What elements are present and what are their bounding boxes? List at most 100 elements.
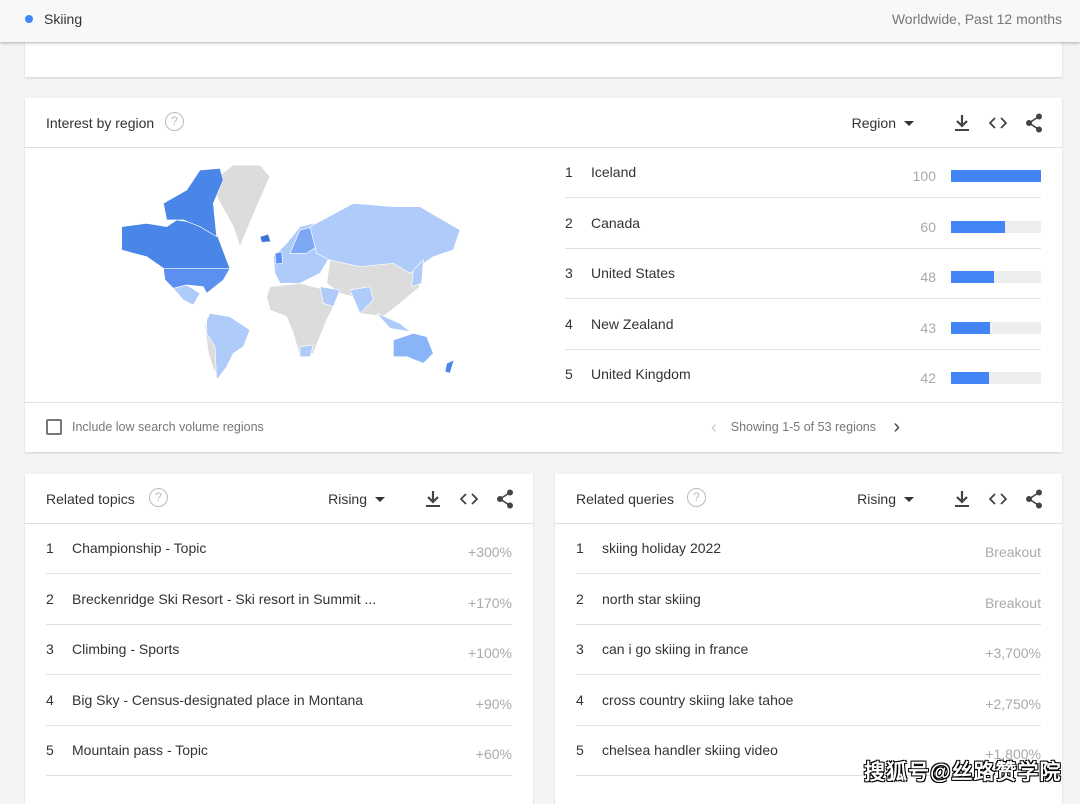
map-southeast-asia [376,313,412,333]
download-icon[interactable] [423,489,443,509]
top-bar: Skiing Worldwide, Past 12 months [0,0,1080,42]
item-label: chelsea handler skiing video [602,742,778,759]
card-title: Interest by region [46,115,155,131]
list-item[interactable]: 3 Climbing - Sports +100% [46,625,512,676]
embed-icon[interactable] [459,489,479,509]
item-value: +3,700% [985,645,1041,662]
list-item[interactable]: 1 skiing holiday 2022 Breakout [576,524,1041,574]
rank: 1 [565,164,573,180]
help-icon[interactable]: ? [687,488,706,507]
rank: 3 [46,641,54,658]
value-bar [951,220,1041,233]
list-item[interactable]: 5 Mountain pass - Topic +60% [46,726,512,777]
series-dot [25,15,33,23]
value-bar [951,170,1041,182]
scope-label: Worldwide, Past 12 months [891,11,1062,27]
share-icon[interactable] [1024,113,1044,133]
region-selector[interactable]: Region [852,115,896,131]
item-value: Breakout [984,594,1041,611]
item-value: +300% [468,544,512,560]
rank: 3 [576,641,584,658]
item-label: skiing holiday 2022 [602,540,722,556]
share-icon[interactable] [495,489,515,509]
help-icon[interactable]: ? [165,112,184,131]
list-item[interactable]: 4 cross country skiing lake tahoe +2,750% [576,676,1041,726]
item-label: Big Sky - Census-designated place in Mon… [72,691,364,708]
region-value: 100 [912,168,936,184]
value-bar [951,271,1041,283]
list-item[interactable]: 2 north star skiing Breakout [576,575,1041,625]
item-label: cross country skiing lake tahoe [602,691,794,708]
rank: 2 [46,590,54,607]
item-value: +2,750% [985,695,1041,712]
map-south-africa [299,344,314,357]
list-item[interactable]: 2 Breckenridge Ski Resort - Ski resort in… [46,575,512,625]
watermark: 搜狐号@丝路赞学院 [864,761,1062,784]
map-new-zealand [444,359,455,374]
download-icon[interactable] [952,113,972,133]
rank: 5 [576,742,584,759]
related-topics-card: Related topics ? Rising 1 Championship - … [25,474,533,804]
rank: 4 [576,691,584,708]
topics-selector[interactable]: Rising [328,491,367,507]
list-item[interactable]: 1 Championship - Topic +300% [46,524,512,574]
value-bar-fill [951,321,990,334]
value-bar-fill [951,220,1005,233]
rank: 5 [46,742,54,759]
value-bar-fill [951,170,1041,182]
embed-icon[interactable] [988,489,1008,509]
item-value: Breakout [984,544,1041,560]
item-label: Mountain pass - Topic [72,742,208,759]
value-bar [951,372,1041,384]
rank: 1 [576,540,584,556]
list-item[interactable]: 4 Big Sky - Census-designated place in Mo… [46,676,512,726]
region-row[interactable]: 4 New Zealand 43 [565,300,1041,350]
interest-by-region-card: Interest by region ? Region 1 Iceland 100 2… [25,98,1062,452]
rank: 3 [565,265,573,281]
low-volume-label: Include low search volume regions [72,420,264,434]
region-value: 48 [920,269,936,285]
region-row[interactable]: 2 Canada 60 [565,199,1041,249]
region-name: United Kingdom [591,366,691,382]
map-uk [274,251,284,265]
related-queries-card: Related queries ? Rising 1 skiing holiday… [555,474,1062,804]
card-title: Related topics [46,491,135,507]
item-label: Championship - Topic [72,540,207,556]
item-value: +90% [475,695,512,712]
region-name: United States [591,265,676,281]
rank: 2 [565,214,573,231]
region-name: New Zealand [591,315,674,332]
prev-page-button[interactable]: ‹ [711,417,717,438]
region-row[interactable]: 3 United States 48 [565,249,1041,299]
list-item[interactable]: 3 can i go skiing in france +3,700% [576,625,1041,676]
region-value: 43 [920,319,936,336]
queries-selector[interactable]: Rising [857,491,896,507]
map-mexico [172,284,201,306]
item-value: +100% [468,645,512,662]
rank: 4 [565,315,573,332]
region-row[interactable]: 5 United Kingdom 42 [565,350,1041,400]
dropdown-arrow-icon[interactable] [904,496,914,502]
rank: 5 [565,366,573,382]
dropdown-arrow-icon[interactable] [904,120,914,126]
region-row[interactable]: 1 Iceland 100 [565,148,1041,198]
share-icon[interactable] [1024,489,1044,509]
embed-icon[interactable] [988,113,1008,133]
map-australia [393,332,434,364]
search-term: Skiing [44,11,83,27]
region-value: 42 [920,370,936,386]
dropdown-arrow-icon[interactable] [375,496,385,502]
rank: 2 [576,590,584,607]
value-bar-fill [951,271,995,283]
item-value: +60% [475,746,512,763]
item-label: Breckenridge Ski Resort - Ski resort in … [72,590,377,607]
pagination-label: Showing 1-5 of 53 regions [730,420,876,434]
help-icon[interactable]: ? [149,488,168,507]
download-icon[interactable] [952,489,972,509]
next-page-button[interactable]: › [893,416,900,439]
rank: 4 [46,691,54,708]
region-name: Iceland [591,164,637,180]
region-value: 60 [920,218,936,235]
low-volume-checkbox[interactable] [46,419,62,435]
world-map[interactable] [100,160,470,390]
